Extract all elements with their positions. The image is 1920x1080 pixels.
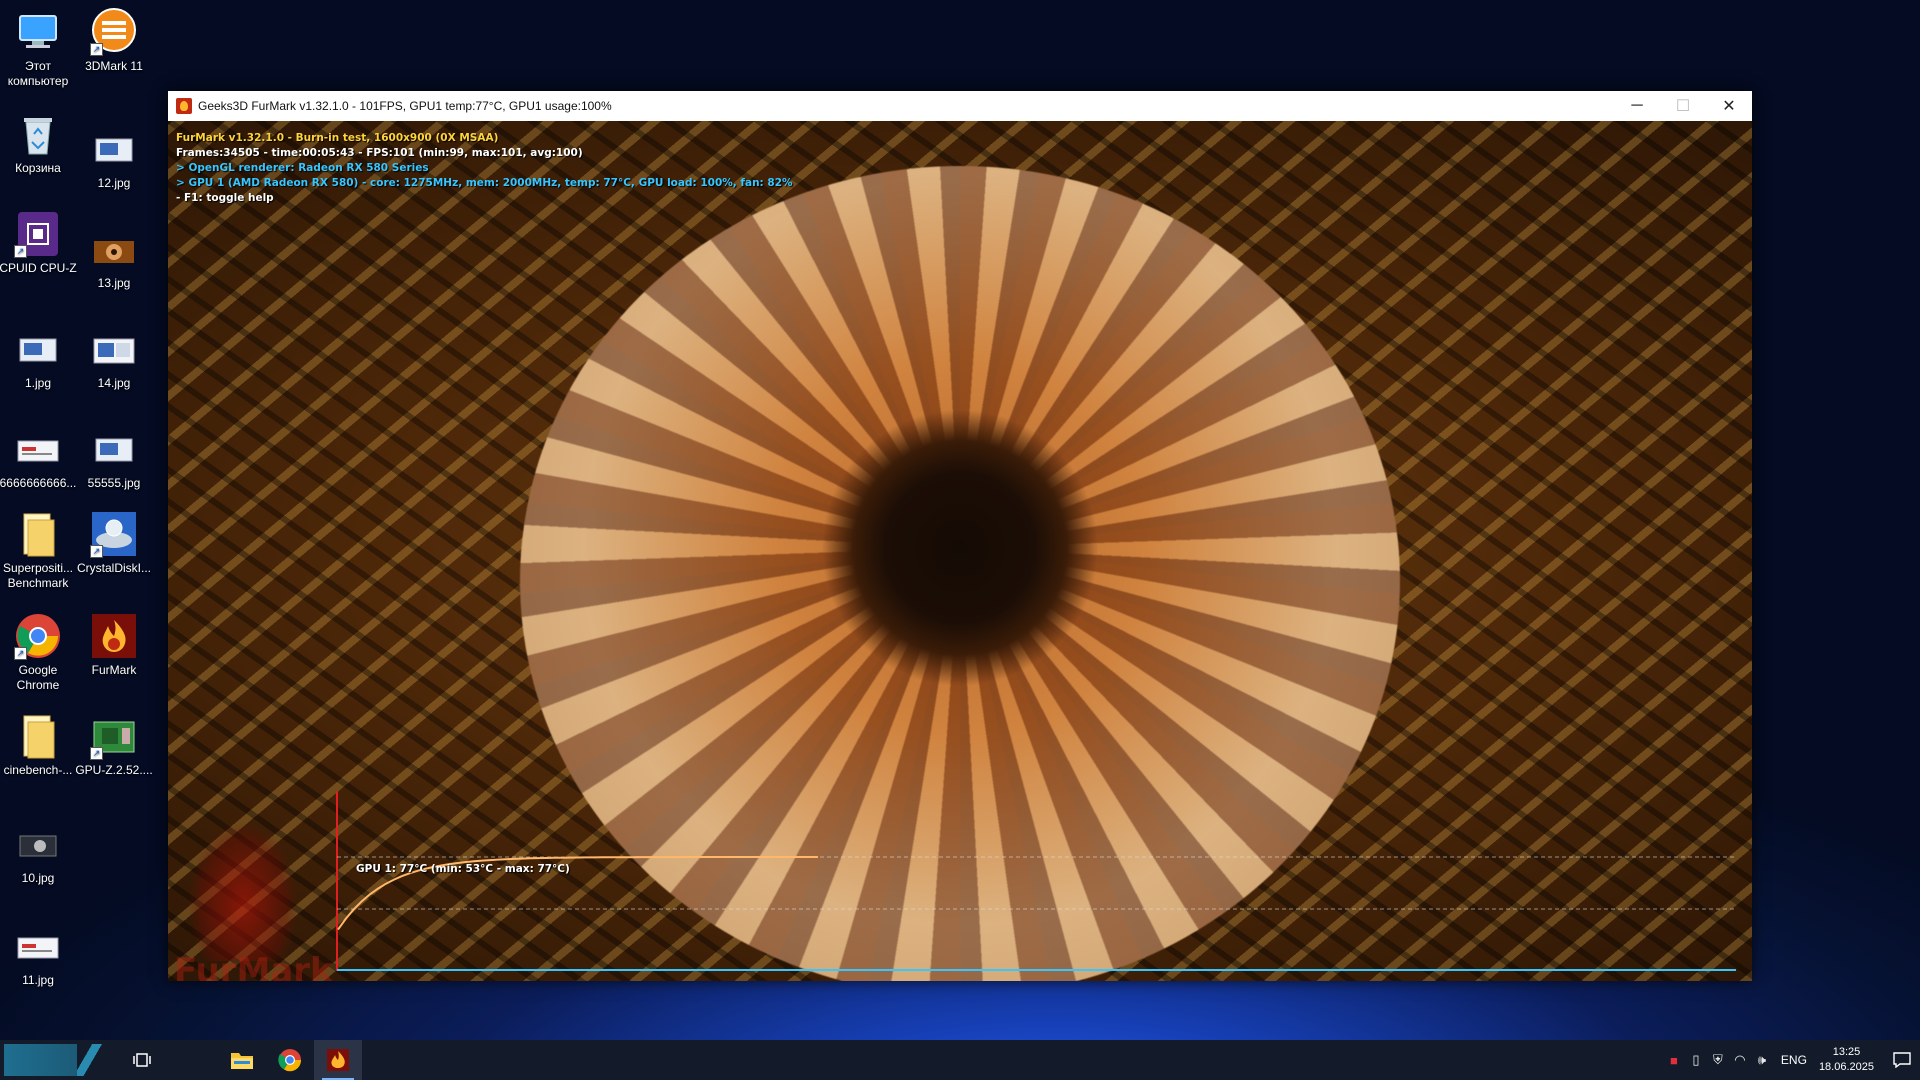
graph-temperature-label: GPU 1: 77°C (min: 53°C - max: 77°C)	[356, 863, 570, 875]
shortcut-arrow-icon: ↗	[90, 545, 103, 558]
chrome-icon: ↗	[14, 612, 62, 660]
desktop-icon-label: FurMark	[91, 663, 137, 677]
desktop-icon-label: GPU-Z.2.52....	[75, 763, 153, 777]
desktop-icon-label: 10.jpg	[21, 871, 55, 885]
furmark-window[interactable]: Geeks3D FurMark v1.32.1.0 - 101FPS, GPU1…	[168, 91, 1752, 981]
desktop-icon-label: 12.jpg	[97, 176, 131, 190]
notification-center-button[interactable]	[1884, 1040, 1920, 1080]
monitor-icon	[14, 8, 62, 56]
desktop-icon-label: CPUID CPU-Z	[0, 261, 77, 275]
image-file-icon	[14, 425, 62, 473]
desktop-icon-superposition[interactable]: Superpositi... Benchmark	[0, 510, 78, 591]
gpuz-icon: ↗	[90, 712, 138, 760]
desktop-icon-11jpg[interactable]: 11.jpg	[0, 922, 78, 988]
network-wifi-icon[interactable]: ◠	[1729, 1052, 1751, 1068]
task-view-button[interactable]	[118, 1040, 166, 1080]
desktop-icon-55555[interactable]: 55555.jpg	[74, 425, 154, 491]
desktop-icon-label: cinebench-...	[3, 763, 73, 777]
cpuz-icon: ↗	[14, 210, 62, 258]
furmark-logo-watermark	[188, 821, 298, 961]
recycle-bin-icon	[14, 110, 62, 158]
notification-icon	[1893, 1052, 1911, 1068]
desktop-icon-14jpg[interactable]: 14.jpg	[74, 325, 154, 391]
maximize-button[interactable]: ☐	[1660, 91, 1706, 121]
desktop-icon-label: 14.jpg	[97, 376, 131, 390]
desktop-icon-google-chrome[interactable]: ↗ Google Chrome	[0, 612, 78, 693]
furmark-icon	[176, 98, 192, 114]
overlay-frames-line: Frames:34505 - time:00:05:43 - FPS:101 (…	[176, 147, 583, 159]
temperature-graph	[336, 791, 1736, 971]
overlay-help-line: - F1: toggle help	[176, 192, 274, 204]
desktop-icon-label: 1.jpg	[24, 376, 52, 390]
security-shield-icon[interactable]: ⛨	[1707, 1052, 1729, 1068]
furmark-taskbar-button[interactable]	[314, 1040, 362, 1080]
title-bar[interactable]: Geeks3D FurMark v1.32.1.0 - 101FPS, GPU1…	[168, 91, 1752, 121]
crystaldisk-icon: ↗	[90, 510, 138, 558]
shortcut-arrow-icon: ↗	[90, 43, 103, 56]
desktop-icon-label: Этот компьютер	[7, 59, 69, 88]
language-indicator[interactable]: ENG	[1781, 1053, 1807, 1067]
overlay-gpu-line: > GPU 1 (AMD Radeon RX 580) - core: 1275…	[176, 177, 793, 189]
furmark-logo-text: FurMark	[174, 951, 333, 981]
image-file-icon	[90, 325, 138, 373]
desktop-icon-12jpg[interactable]: 12.jpg	[74, 125, 154, 191]
image-file-icon	[90, 425, 138, 473]
start-button[interactable]	[4, 1044, 108, 1076]
clock-date: 18.06.2025	[1818, 1061, 1874, 1073]
furmark-icon	[327, 1049, 349, 1071]
image-file-icon	[14, 820, 62, 868]
shortcut-arrow-icon: ↗	[90, 747, 103, 760]
desktop-icon-3dmark[interactable]: ↗ 3DMark 11	[74, 8, 154, 74]
render-viewport[interactable]: FurMark v1.32.1.0 - Burn-in test, 1600x9…	[168, 121, 1752, 981]
image-file-icon	[90, 225, 138, 273]
antivirus-tray-icon[interactable]: ■	[1663, 1053, 1685, 1068]
desktop-icon-recycle-bin[interactable]: Корзина	[0, 110, 78, 176]
overlay-version-line: FurMark v1.32.1.0 - Burn-in test, 1600x9…	[176, 132, 499, 144]
desktop-icon-furmark[interactable]: FurMark	[74, 612, 154, 678]
desktop-icon-gpuz[interactable]: ↗ GPU-Z.2.52....	[74, 712, 154, 778]
desktop-icon-label: 11.jpg	[22, 973, 54, 987]
system-tray: ■ ▯ ⛨ ◠ 🕪 ENG 13:25 18.06.2025	[1663, 1040, 1920, 1080]
desktop-icon-this-pc[interactable]: Этот компьютер	[0, 8, 78, 89]
desktop-icon-label: Корзина	[15, 161, 61, 175]
desktop-icon-label: 3DMark 11	[85, 59, 143, 73]
volume-icon[interactable]: 🕪	[1751, 1052, 1773, 1068]
image-file-icon	[14, 922, 62, 970]
desktop-icon-label: 55555.jpg	[87, 476, 141, 490]
folder-icon	[14, 712, 62, 760]
desktop-icon-13jpg[interactable]: 13.jpg	[74, 225, 154, 291]
shortcut-arrow-icon: ↗	[14, 245, 27, 258]
desktop-icon-crystaldisk[interactable]: ↗ CrystalDiskI...	[74, 510, 154, 576]
image-file-icon	[90, 125, 138, 173]
image-file-icon	[14, 325, 62, 373]
folder-icon	[14, 510, 62, 558]
shortcut-arrow-icon: ↗	[14, 647, 27, 660]
task-view-icon	[133, 1053, 151, 1067]
folder-icon	[231, 1053, 253, 1069]
clock-time: 13:25	[1832, 1046, 1861, 1058]
furmark-icon	[90, 612, 138, 660]
taskbar: ■ ▯ ⛨ ◠ 🕪 ENG 13:25 18.06.2025	[0, 1040, 1920, 1080]
desktop-icon-cinebench[interactable]: cinebench-...	[0, 712, 78, 778]
stats-overlay: FurMark v1.32.1.0 - Burn-in test, 1600x9…	[176, 131, 793, 206]
minimize-button[interactable]: ─	[1614, 91, 1660, 121]
usb-device-icon[interactable]: ▯	[1685, 1052, 1707, 1068]
window-title: Geeks3D FurMark v1.32.1.0 - 101FPS, GPU1…	[198, 99, 612, 113]
desktop-icon-label: Superpositi... Benchmark	[2, 561, 74, 590]
desktop-icon-label: 13.jpg	[97, 276, 131, 290]
overlay-renderer-line: > OpenGL renderer: Radeon RX 580 Series	[176, 162, 429, 174]
chrome-taskbar-button[interactable]	[266, 1040, 314, 1080]
close-button[interactable]: ✕	[1706, 91, 1752, 121]
desktop-icon-1jpg[interactable]: 1.jpg	[0, 325, 78, 391]
desktop-icon-cpuz[interactable]: ↗ CPUID CPU-Z	[0, 210, 78, 276]
desktop-icon-label: 6666666666...	[0, 476, 77, 490]
desktop-icon-label: CrystalDiskI...	[76, 561, 151, 575]
desktop-icon-10jpg[interactable]: 10.jpg	[0, 820, 78, 886]
file-explorer-button[interactable]	[218, 1040, 266, 1080]
3dmark-icon: ↗	[90, 8, 138, 56]
desktop-icon-label: Google Chrome	[16, 663, 60, 692]
desktop-icon-6666[interactable]: 6666666666...	[0, 425, 78, 491]
clock[interactable]: 13:25 18.06.2025	[1819, 1045, 1874, 1075]
chrome-icon	[278, 1049, 302, 1072]
